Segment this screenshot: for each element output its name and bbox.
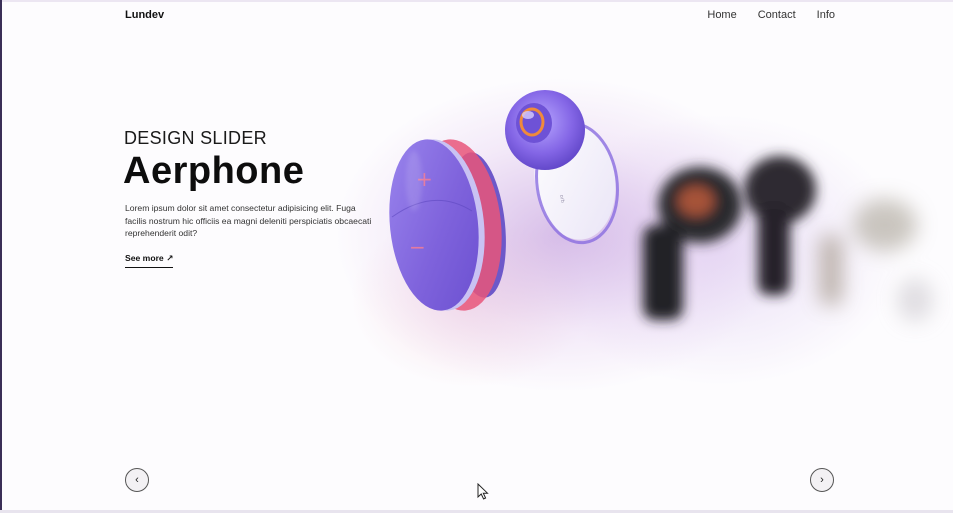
blurred-earbud-black-2 [744,156,816,295]
nav-info[interactable]: Info [817,9,835,21]
mouse-cursor-icon [477,483,489,500]
next-slide-button[interactable]: › [810,468,834,492]
logo[interactable]: Lundev [125,9,164,21]
see-more-link[interactable]: See more ↗ [125,253,174,268]
front-earbud: + − [389,139,506,311]
chevron-left-icon: ‹ [135,474,139,486]
slider-page: Lundev Home Contact Info DESIGN SLIDER A… [0,0,953,513]
product-image: orb + − [389,90,933,322]
blurred-earbud-far [820,199,933,322]
hero-title: Aerphone [123,150,305,192]
nav-contact[interactable]: Contact [758,9,796,21]
blurred-earbud-black-1 [643,167,742,320]
volume-down-icon: − [409,235,426,259]
prev-slide-button[interactable]: ‹ [125,468,149,492]
left-window-edge [0,0,2,513]
top-border [0,0,953,2]
back-earbud: orb [505,90,619,245]
hero-subtitle: DESIGN SLIDER [124,128,267,148]
main-nav: Home Contact Info [707,9,835,21]
nav-home[interactable]: Home [707,9,736,21]
chevron-right-icon: › [820,474,824,486]
hero-description: Lorem ipsum dolor sit amet consectetur a… [125,203,372,238]
